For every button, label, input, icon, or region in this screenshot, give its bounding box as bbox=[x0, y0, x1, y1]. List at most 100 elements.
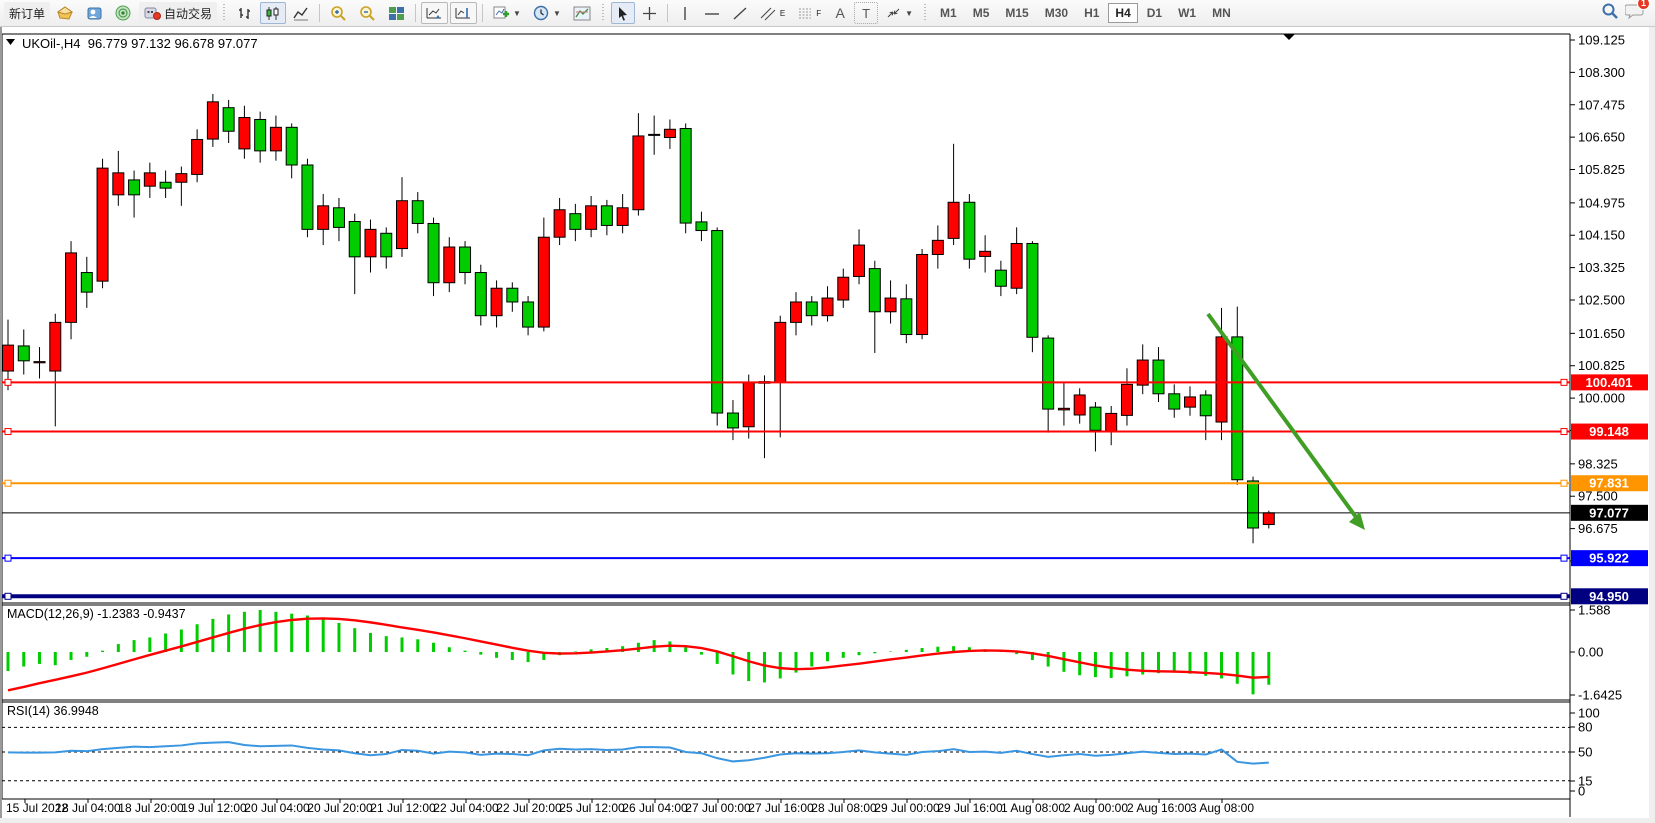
vline-tool-button[interactable] bbox=[673, 2, 697, 24]
gold-nugget-icon bbox=[57, 6, 74, 21]
candle bbox=[586, 206, 597, 230]
candle bbox=[97, 168, 108, 281]
hline-handle[interactable] bbox=[5, 429, 11, 435]
rsi-label: RSI(14) 36.9948 bbox=[7, 704, 99, 718]
signals-button[interactable] bbox=[110, 2, 137, 24]
macd-pane[interactable] bbox=[2, 605, 1570, 700]
chart-bars-button[interactable] bbox=[232, 2, 258, 24]
channel-tool-button[interactable]: E bbox=[755, 2, 790, 24]
price-tick-label: 101.650 bbox=[1578, 326, 1625, 341]
notifications-button[interactable]: 1 bbox=[1625, 2, 1645, 25]
tile-windows-button[interactable] bbox=[383, 2, 410, 24]
candle bbox=[1074, 395, 1085, 415]
hline-tool-button[interactable] bbox=[699, 2, 725, 24]
candle bbox=[286, 127, 297, 165]
macd-label: MACD(12,26,9) -1.2383 -0.9437 bbox=[7, 607, 186, 621]
fibo-tool-button[interactable]: F bbox=[792, 2, 826, 24]
arrows-tool-button[interactable]: ▼ bbox=[880, 2, 918, 24]
gold-icon[interactable] bbox=[52, 2, 79, 24]
toolbar-grip bbox=[601, 4, 606, 22]
candle bbox=[192, 139, 203, 174]
hline-handle[interactable] bbox=[5, 480, 11, 486]
autotrading-label: 自动交易 bbox=[164, 5, 212, 22]
candle bbox=[475, 273, 486, 316]
time-axis-label: 2 Aug 16:00 bbox=[1127, 801, 1191, 815]
cursor-icon bbox=[616, 6, 630, 21]
hline-handle[interactable] bbox=[1561, 379, 1567, 385]
hline-handle[interactable] bbox=[5, 379, 11, 385]
tf-W1[interactable]: W1 bbox=[1171, 3, 1203, 23]
zoom-out-button[interactable] bbox=[354, 2, 381, 24]
hline-handle[interactable] bbox=[1561, 555, 1567, 561]
tf-H1[interactable]: H1 bbox=[1077, 3, 1106, 23]
time-axis-label: 22 Jul 04:00 bbox=[433, 801, 499, 815]
metaeditor-button[interactable] bbox=[81, 2, 108, 24]
price-badge-label: 95.922 bbox=[1589, 551, 1629, 566]
zoom-in-button[interactable] bbox=[325, 2, 352, 24]
toolbar-separator bbox=[415, 4, 416, 22]
candle bbox=[491, 288, 502, 315]
indicator-scale-label: 0.00 bbox=[1578, 645, 1603, 660]
rsi-pane[interactable] bbox=[2, 702, 1570, 799]
candle bbox=[34, 362, 45, 363]
text-label-tool-button[interactable]: T bbox=[854, 2, 878, 24]
price-tick-label: 104.150 bbox=[1578, 228, 1625, 243]
hline-handle[interactable] bbox=[1561, 480, 1567, 486]
hline-handle[interactable] bbox=[1561, 429, 1567, 435]
candle bbox=[1027, 243, 1038, 337]
main-pane[interactable] bbox=[2, 34, 1570, 603]
broadcast-icon bbox=[115, 5, 132, 21]
search-icon[interactable] bbox=[1601, 2, 1619, 25]
time-axis-label: 18 Jul 20:00 bbox=[118, 801, 184, 815]
time-axis-label: 22 Jul 20:00 bbox=[496, 801, 562, 815]
candle bbox=[1263, 513, 1274, 525]
text-tool-button[interactable]: A bbox=[828, 2, 852, 24]
hline-handle[interactable] bbox=[5, 593, 11, 599]
autoscroll-button[interactable] bbox=[421, 2, 448, 24]
chart-title: UKOil-,H4 96.779 97.132 96.678 97.077 bbox=[22, 36, 258, 51]
tf-M1[interactable]: M1 bbox=[933, 3, 964, 23]
price-badge-label: 97.077 bbox=[1589, 505, 1629, 520]
channel-letter: E bbox=[780, 9, 785, 18]
tf-D1[interactable]: D1 bbox=[1140, 3, 1169, 23]
candle bbox=[349, 222, 360, 257]
templates-button[interactable] bbox=[568, 2, 596, 24]
time-axis-label: 29 Jul 16:00 bbox=[937, 801, 1003, 815]
chart-shift-icon bbox=[455, 6, 472, 21]
tf-MN[interactable]: MN bbox=[1205, 3, 1238, 23]
candle bbox=[66, 253, 77, 322]
timeframe-toolbar: M1M5M15M30H1H4D1W1MN bbox=[933, 3, 1238, 23]
candlestick-chart-icon bbox=[265, 6, 281, 21]
chart-canvas[interactable]: 109.125108.300107.475106.650105.825104.9… bbox=[0, 0, 1655, 823]
candle bbox=[207, 102, 218, 139]
chart-candles-button[interactable] bbox=[260, 2, 286, 24]
cursor-tool-button[interactable] bbox=[611, 2, 635, 24]
candle bbox=[1169, 394, 1180, 409]
autoscroll-icon bbox=[426, 6, 443, 21]
window-right-strip bbox=[1649, 27, 1655, 823]
price-tick-label: 100.000 bbox=[1578, 391, 1625, 406]
tf-M15[interactable]: M15 bbox=[998, 3, 1035, 23]
toolbar-separator bbox=[482, 4, 483, 22]
hline-handle[interactable] bbox=[1561, 593, 1567, 599]
tf-H4[interactable]: H4 bbox=[1108, 3, 1137, 23]
time-axis-label: 20 Jul 04:00 bbox=[244, 801, 310, 815]
tf-M5[interactable]: M5 bbox=[966, 3, 997, 23]
new-chart-button[interactable]: ▼ bbox=[488, 2, 526, 24]
trendline-tool-button[interactable] bbox=[727, 2, 753, 24]
candle bbox=[838, 277, 849, 300]
price-badge-label: 94.950 bbox=[1589, 589, 1629, 604]
new-order-button[interactable]: 新订单 bbox=[4, 2, 50, 24]
candle bbox=[980, 251, 991, 256]
toolbar-separator bbox=[319, 4, 320, 22]
periods-button[interactable]: ▼ bbox=[528, 2, 566, 24]
tf-M30[interactable]: M30 bbox=[1038, 3, 1075, 23]
hline-handle[interactable] bbox=[5, 555, 11, 561]
chart-shift-button[interactable] bbox=[450, 2, 477, 24]
candle bbox=[948, 202, 959, 238]
time-axis-label: 27 Jul 00:00 bbox=[685, 801, 751, 815]
candle bbox=[81, 273, 92, 293]
chart-line-button[interactable] bbox=[288, 2, 314, 24]
crosshair-tool-button[interactable] bbox=[637, 2, 662, 24]
autotrading-button[interactable]: 自动交易 bbox=[139, 2, 217, 24]
